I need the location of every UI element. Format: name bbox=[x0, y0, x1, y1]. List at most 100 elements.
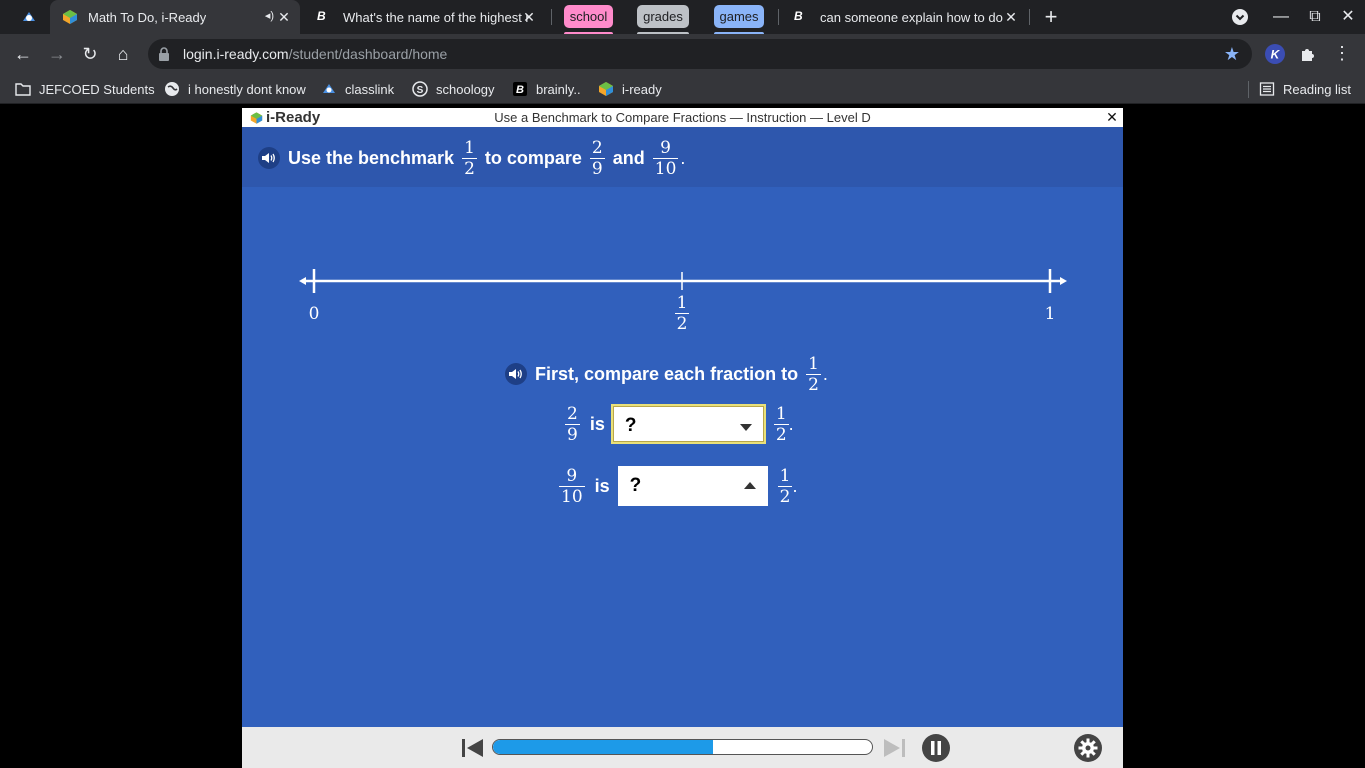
numerator: 1 bbox=[808, 353, 819, 374]
url-text: login.i-ready.com/student/dashboard/home bbox=[183, 46, 447, 62]
fraction-one-half: 12 bbox=[674, 293, 690, 334]
close-lesson-icon[interactable]: ✕ bbox=[1105, 109, 1119, 125]
comparison-dropdown[interactable]: ? bbox=[610, 404, 766, 444]
pause-icon[interactable] bbox=[921, 733, 951, 768]
caret-up-icon bbox=[743, 482, 756, 489]
iready-icon bbox=[599, 82, 613, 96]
tab-brainly-question[interactable]: B What's the name of the highest m ✕ bbox=[305, 0, 545, 34]
denominator: 2 bbox=[464, 158, 475, 179]
restore-icon[interactable]: ⧉ bbox=[1304, 6, 1326, 28]
settings-gear-icon[interactable] bbox=[1073, 733, 1103, 768]
denominator: 2 bbox=[779, 486, 791, 507]
bookmark-jefcoed-students[interactable]: JEFCOED Students bbox=[15, 80, 155, 98]
folder-icon bbox=[15, 83, 31, 96]
minimize-icon[interactable]: — bbox=[1270, 6, 1292, 28]
tab-search-icon[interactable] bbox=[20, 9, 38, 25]
new-tab-plus-icon[interactable]: + bbox=[1040, 6, 1062, 28]
numerator: 1 bbox=[464, 137, 475, 158]
classlink-icon bbox=[323, 84, 335, 93]
bookmark-star-icon[interactable]: ★ bbox=[1222, 44, 1242, 64]
tab-title: Math To Do, i-Ready bbox=[88, 9, 207, 25]
speaker-icon[interactable] bbox=[505, 363, 527, 385]
profile-menu-chevron-icon[interactable] bbox=[1229, 6, 1251, 28]
main-prompt: Use the benchmark 12 to compare 29 and 9… bbox=[258, 133, 685, 183]
iready-lesson-window: i-Ready Use a Benchmark to Compare Fract… bbox=[242, 108, 1123, 768]
close-tab-icon[interactable]: ✕ bbox=[521, 9, 537, 25]
brainly-icon: B bbox=[513, 82, 527, 96]
denominator: 10 bbox=[561, 486, 583, 507]
tab-group-school[interactable]: school bbox=[564, 5, 613, 28]
numerator: 1 bbox=[775, 403, 787, 424]
fraction-nine-tenths: 9 10 bbox=[652, 137, 679, 179]
skip-forward-icon[interactable] bbox=[882, 737, 906, 764]
close-window-icon[interactable]: ✕ bbox=[1337, 6, 1359, 28]
dropdown-value: ? bbox=[629, 475, 642, 496]
bookmark-schoology[interactable]: S schoology bbox=[412, 80, 495, 98]
prompt-bar: Use the benchmark 12 to compare 29 and 9… bbox=[242, 127, 1123, 187]
bookmark-label: JEFCOED Students bbox=[39, 81, 155, 97]
schoology-icon: S bbox=[412, 81, 428, 97]
prompt-text: and bbox=[612, 147, 645, 168]
close-tab-icon[interactable]: ✕ bbox=[1003, 9, 1019, 25]
tab-math-to-do[interactable]: Math To Do, i-Ready ◂) ✕ bbox=[50, 0, 300, 34]
denominator: 10 bbox=[654, 158, 677, 179]
reading-list-button[interactable]: Reading list bbox=[1259, 80, 1351, 98]
comparison-dropdown[interactable]: ? bbox=[617, 466, 768, 506]
bookmark-classlink[interactable]: classlink bbox=[321, 80, 394, 98]
bookmark-label: classlink bbox=[345, 81, 395, 97]
svg-text:K: K bbox=[1271, 48, 1281, 62]
fraction-one-half: 12 bbox=[777, 466, 793, 507]
number-line: 0 12 1 bbox=[298, 268, 1068, 334]
bookmark-i-ready[interactable]: i-ready bbox=[598, 80, 662, 98]
reading-list-icon bbox=[1259, 82, 1275, 96]
numerator: 2 bbox=[591, 137, 603, 158]
extensions-puzzle-icon[interactable] bbox=[1297, 43, 1319, 65]
reload-icon[interactable]: ↻ bbox=[78, 42, 102, 66]
tab-group-games[interactable]: games bbox=[714, 5, 764, 28]
close-tab-icon[interactable]: ✕ bbox=[276, 9, 292, 25]
denominator: 9 bbox=[591, 158, 603, 179]
address-bar[interactable]: login.i-ready.com/student/dashboard/home… bbox=[148, 39, 1252, 69]
comparison-row-two-ninths: 29 is ? 12 . bbox=[565, 400, 794, 448]
browser-menu-icon[interactable]: ⋮ bbox=[1331, 43, 1353, 65]
url-path: /student/dashboard/home bbox=[288, 46, 448, 62]
tab-audio-icon[interactable]: ◂) bbox=[265, 9, 274, 22]
numerator: 9 bbox=[660, 137, 671, 158]
tab-separator bbox=[551, 9, 552, 25]
tab-brainly-explain[interactable]: B can someone explain how to do t ✕ bbox=[782, 0, 1027, 34]
bookmark-label: schoology bbox=[436, 81, 495, 97]
speaker-icon[interactable] bbox=[258, 147, 280, 169]
skip-back-icon[interactable] bbox=[461, 737, 485, 764]
back-arrow-icon[interactable]: ← bbox=[11, 42, 35, 66]
denominator: 9 bbox=[567, 424, 578, 445]
svg-text:S: S bbox=[417, 85, 424, 96]
reading-list-label: Reading list bbox=[1283, 81, 1351, 97]
tab-title: What's the name of the highest m bbox=[343, 9, 528, 25]
iready-favicon-icon bbox=[63, 10, 77, 24]
sub-prompt: First, compare each fraction to 12 . bbox=[505, 350, 828, 398]
home-icon[interactable]: ⌂ bbox=[111, 42, 135, 66]
bookmark-brainly[interactable]: B brainly.. bbox=[512, 80, 581, 98]
fraction-one-half: 12 bbox=[773, 403, 789, 445]
bookmark-i-honestly-dont-know[interactable]: i honestly dont know bbox=[164, 80, 306, 98]
tab-group-grades[interactable]: grades bbox=[637, 5, 689, 28]
bookmarks-bar: JEFCOED Students i honestly dont know cl… bbox=[0, 74, 1365, 104]
browser-toolbar: ← → ↻ ⌂ login.i-ready.com/student/dashbo… bbox=[0, 34, 1365, 74]
numerator: 1 bbox=[676, 293, 688, 313]
denominator: 2 bbox=[676, 314, 688, 334]
number-line-label-one: 1 bbox=[1044, 304, 1056, 324]
sub-prompt-text: First, compare each fraction to bbox=[535, 363, 799, 384]
denominator: 2 bbox=[775, 424, 787, 445]
lesson-title-bar: i-Ready Use a Benchmark to Compare Fract… bbox=[242, 108, 1123, 127]
forward-arrow-icon[interactable]: → bbox=[45, 42, 69, 66]
numerator: 9 bbox=[566, 465, 578, 486]
fraction-one-half: 12 bbox=[462, 138, 477, 179]
fraction-nine-tenths: 9 10 bbox=[559, 466, 585, 507]
prompt-period: . bbox=[680, 147, 686, 168]
extension-k-icon[interactable]: K bbox=[1264, 43, 1286, 65]
row-word: is bbox=[594, 475, 610, 496]
prompt-text: to compare bbox=[484, 147, 582, 168]
fraction-two-ninths: 29 bbox=[589, 137, 605, 179]
url-host: login.i-ready.com bbox=[183, 46, 289, 62]
lock-icon[interactable] bbox=[158, 47, 170, 61]
